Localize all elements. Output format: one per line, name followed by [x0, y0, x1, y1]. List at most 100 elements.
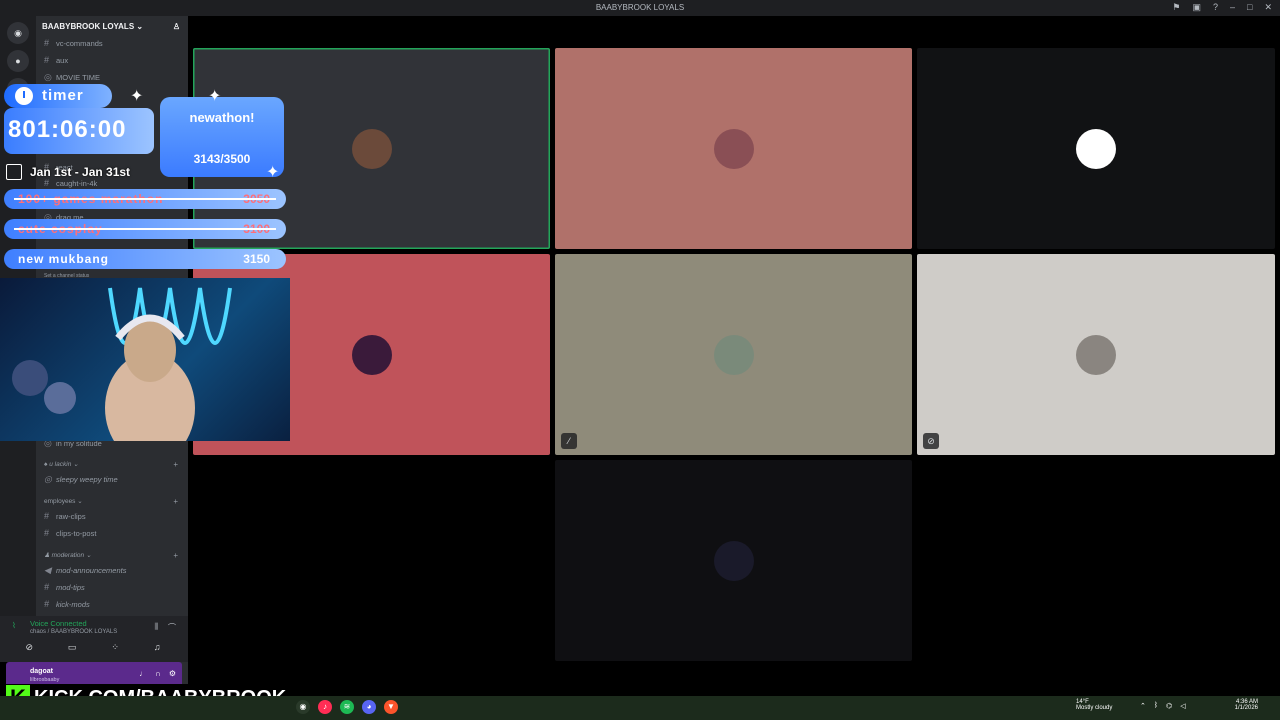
taskbar: ◉ ♪ ≋ ◕ ▼ 14°F Mostly cloudy ⌃ ᛒ ⌬ ◁ 4:3…: [0, 696, 1280, 720]
channel-item[interactable]: # raw-clips: [44, 511, 86, 521]
category-employees[interactable]: employees ⌄: [44, 497, 83, 505]
settings-icon[interactable]: ⚙: [169, 669, 176, 678]
webcam-feed: [0, 278, 290, 441]
user-status: lilbrosbaaby: [30, 677, 60, 683]
video-tile[interactable]: [555, 460, 912, 661]
channel-label: MOVIE TIME: [56, 73, 101, 82]
volume-icon[interactable]: ◁: [1180, 702, 1185, 710]
clock-icon: [15, 87, 33, 105]
category-label: moderation: [51, 552, 85, 559]
server-name: BAABYBROOK LOYALS: [42, 22, 135, 31]
signal-icon[interactable]: ⌇: [12, 621, 16, 630]
add-channel-icon[interactable]: +: [173, 551, 178, 560]
weather-desc: Mostly cloudy: [1076, 705, 1113, 711]
hash-icon: #: [44, 582, 50, 592]
sparkle-icon: ✦: [130, 88, 144, 105]
hash-icon: #: [44, 599, 50, 609]
tiktok-icon[interactable]: ♪: [318, 700, 332, 714]
channel-item[interactable]: ◎ MOVIE TIME: [44, 72, 100, 83]
date-range: Jan 1st - Jan 31st: [30, 165, 131, 179]
close-icon[interactable]: ✕: [1264, 2, 1272, 13]
mic-icon[interactable]: ♩: [139, 669, 147, 678]
title-bar-controls: ⚑ ▣ ? – □ ✕: [1172, 2, 1272, 13]
channel-item[interactable]: # clips-to-post: [44, 528, 96, 538]
timer-value: 801:06:00: [8, 116, 127, 143]
invite-icon[interactable]: ♙: [173, 22, 180, 31]
video-tile[interactable]: [555, 48, 912, 249]
noise-suppression-icon[interactable]: ⫼: [154, 622, 158, 633]
minimize-icon[interactable]: –: [1230, 2, 1235, 13]
bluetooth-icon[interactable]: ᛒ: [1154, 702, 1158, 710]
spotify-icon[interactable]: ≋: [340, 700, 354, 714]
maximize-icon[interactable]: □: [1247, 2, 1252, 13]
channel-item[interactable]: # mod-tips: [44, 582, 85, 592]
channel-label: mod-announcements: [56, 566, 127, 575]
disconnect-icon[interactable]: ⌒: [168, 622, 176, 633]
chevron-up-icon[interactable]: ⌃: [1140, 702, 1146, 710]
milestone-label: 100+ games marathon: [18, 192, 164, 206]
hash-icon: #: [44, 511, 50, 521]
discord-home-icon[interactable]: ◉: [7, 22, 29, 44]
hash-icon: #: [44, 55, 50, 65]
voice-location[interactable]: chaos / BAABYBROOK LOYALS: [30, 629, 117, 635]
hash-icon: #: [44, 528, 50, 538]
sparkle-icon: ✦: [266, 164, 280, 181]
add-channel-icon[interactable]: +: [173, 497, 178, 506]
weather-widget[interactable]: 14°F Mostly cloudy: [1076, 699, 1112, 711]
username: dagoat: [30, 668, 53, 675]
channel-item[interactable]: # caught-in-4k: [44, 178, 97, 188]
screen-share-icon[interactable]: ▭: [68, 642, 77, 653]
channel-item[interactable]: # kick-mods: [44, 599, 90, 609]
window-title: BAABYBROOK LOYALS: [595, 3, 685, 12]
discord-icon[interactable]: ◕: [362, 700, 376, 714]
screen-icon[interactable]: ▣: [1192, 2, 1201, 13]
milestone-label: cute cosplay: [18, 222, 103, 236]
goal-title: newathon!: [189, 110, 255, 125]
avatar: [1076, 334, 1116, 375]
taskbar-date: 1/1/2026: [1234, 705, 1258, 711]
channel-label: mod-tips: [56, 583, 85, 592]
channel-label: aux: [56, 56, 69, 65]
voice-icon: ◎: [44, 474, 52, 484]
channel-item[interactable]: # aux: [44, 55, 68, 65]
server-header[interactable]: BAABYBROOK LOYALS ⌄ ♙: [42, 22, 182, 31]
channel-item[interactable]: ◎ sleepy weepy time: [44, 474, 118, 485]
channel-item[interactable]: # vc-commands: [44, 38, 103, 48]
milestone-bar: 100+ games marathon 3050: [4, 189, 286, 209]
hash-icon: #: [44, 178, 50, 188]
network-icon[interactable]: ⌬: [1166, 702, 1172, 710]
video-tile[interactable]: ⁄: [555, 254, 912, 455]
soundboard-icon[interactable]: ♫: [154, 642, 161, 653]
taskbar-clock[interactable]: 4:36 AM 1/1/2026: [1235, 699, 1258, 711]
timer-label: timer: [42, 87, 84, 104]
timer-header: timer: [4, 84, 112, 108]
voice-panel: ⌇ Voice Connected chaos / BAABYBROOK LOY…: [0, 616, 188, 662]
camera-off-icon[interactable]: ⊘: [25, 642, 33, 653]
inbox-icon[interactable]: ⚑: [1172, 2, 1180, 13]
activities-icon[interactable]: ⁘: [111, 642, 119, 653]
calendar-icon: [6, 164, 22, 180]
category-moderation[interactable]: ♟ moderation ⌄: [44, 551, 91, 559]
mic-muted-icon: ⁄: [561, 433, 577, 449]
milestone-bar: new mukbang 3150: [4, 249, 286, 269]
avatar: [713, 540, 754, 581]
help-icon[interactable]: ?: [1213, 2, 1218, 13]
neon-light-decoration: [12, 287, 232, 441]
milestone-value: 3150: [243, 252, 270, 266]
sparkle-icon: ✦: [208, 88, 222, 105]
video-tile[interactable]: ⊘: [917, 254, 1275, 455]
voice-icon: ◎: [44, 72, 52, 82]
obs-icon[interactable]: ◉: [296, 700, 310, 714]
server-icon[interactable]: ●: [7, 50, 29, 72]
headphones-icon[interactable]: ∩: [155, 669, 161, 678]
deafened-icon: ⊘: [923, 433, 939, 449]
channel-item[interactable]: ◀ mod-announcements: [44, 565, 126, 576]
category-u-lackin[interactable]: ♠ u lackin ⌄: [44, 460, 79, 468]
video-tile[interactable]: [917, 48, 1275, 249]
brave-icon[interactable]: ▼: [384, 700, 398, 714]
milestone-bar: cute cosplay 3100: [4, 219, 286, 239]
channel-label: kick-mods: [56, 600, 90, 609]
milestone-label: new mukbang: [18, 252, 110, 266]
system-tray[interactable]: ⌃ ᛒ ⌬ ◁: [1140, 702, 1186, 710]
add-channel-icon[interactable]: +: [173, 460, 178, 469]
